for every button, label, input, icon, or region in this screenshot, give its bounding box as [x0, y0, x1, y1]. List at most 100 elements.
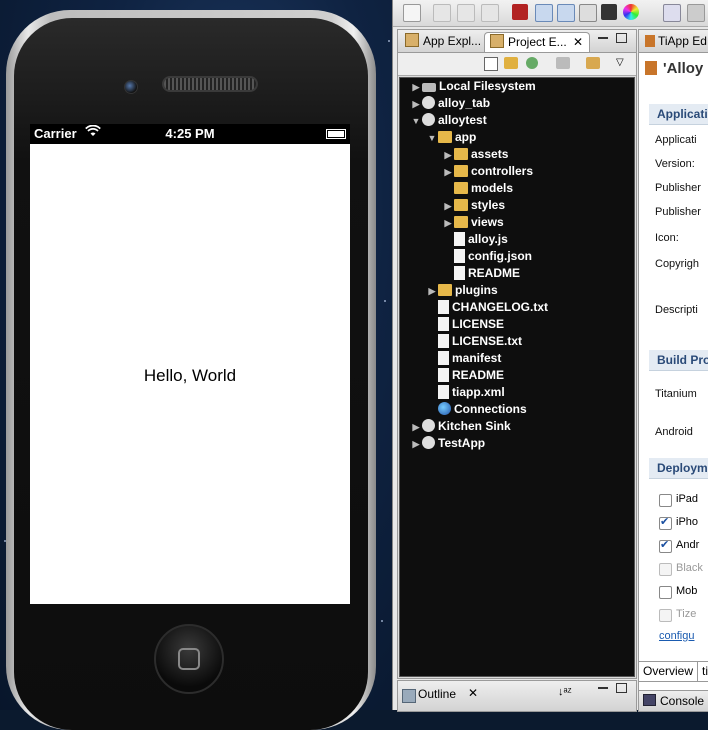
tree-item-label: README [452, 368, 505, 382]
field-label: Copyrigh [655, 258, 700, 270]
tree-item-label: README [468, 266, 521, 280]
collapsed-arrow-icon[interactable]: ▶ [442, 164, 454, 181]
tree-item[interactable]: ▶ controllers [442, 163, 533, 180]
console-icon[interactable] [601, 4, 617, 20]
tab-label: Project E... [508, 35, 567, 49]
tree-item[interactable]: ▶ TestApp [410, 435, 485, 452]
tree-item-label: models [471, 181, 514, 195]
tree-item-label: TestApp [438, 436, 486, 450]
collapsed-arrow-icon[interactable]: ▶ [410, 419, 422, 436]
tree-item[interactable]: ▶ Kitchen Sink [410, 418, 511, 435]
expanded-arrow-icon[interactable]: ▼ [426, 130, 438, 147]
maximize-icon[interactable] [616, 33, 627, 43]
tree-item[interactable]: Connections [426, 401, 527, 418]
speaker-grille [162, 76, 258, 92]
tree-item[interactable]: ▶ styles [442, 197, 506, 215]
tree-item-label: manifest [452, 351, 502, 365]
outline-tab-label[interactable]: Outline [418, 687, 456, 701]
new-icon[interactable] [403, 4, 421, 22]
package-icon[interactable] [586, 57, 600, 69]
ios-status-bar: Carrier 4:25 PM [30, 124, 350, 144]
collapsed-arrow-icon[interactable]: ▶ [410, 96, 422, 113]
collapsed-arrow-icon[interactable]: ▶ [442, 215, 454, 232]
tree-item[interactable]: ▼ app [426, 129, 477, 147]
deployment-target-checkbox[interactable] [659, 538, 672, 553]
maximize-icon[interactable] [616, 683, 627, 693]
tiapp-editor: TiApp Ed 'Alloy Applicatio Applicati Vers… [638, 29, 708, 712]
collapsed-arrow-icon[interactable]: ▶ [410, 79, 422, 96]
tab-overview[interactable]: Overview [638, 661, 699, 682]
section-deployment[interactable]: Deployme [649, 458, 708, 479]
tree-item-label: plugins [455, 283, 498, 297]
tree-item-label: LICENSE.txt [452, 334, 523, 348]
collapse-all-icon[interactable] [484, 57, 498, 71]
link-editor-icon[interactable] [504, 57, 518, 69]
view-menu-icon[interactable]: ▽ [616, 57, 624, 68]
minimize-icon[interactable] [598, 687, 608, 689]
image-icon[interactable] [579, 4, 597, 22]
collapsed-arrow-icon[interactable]: ▶ [442, 198, 454, 215]
close-icon[interactable]: ✕ [468, 686, 478, 700]
configure-link[interactable]: configu [659, 630, 694, 642]
file-icon [438, 351, 449, 365]
color-picker-icon[interactable] [623, 4, 639, 20]
tree-item[interactable]: README [426, 367, 504, 384]
tab-tiapp-editor[interactable]: TiApp Ed [639, 30, 708, 53]
section-application[interactable]: Applicatio [649, 104, 708, 125]
tree-item[interactable]: models [442, 180, 513, 197]
collapsed-arrow-icon[interactable]: ▶ [442, 147, 454, 164]
hierarchy-icon[interactable] [557, 4, 575, 22]
tab-app-explorer[interactable]: App Expl... [400, 32, 482, 51]
sort-icon[interactable]: ↓ᵃᶻ [558, 686, 572, 698]
tree-item[interactable]: manifest [426, 350, 501, 367]
hello-world-label: Hello, World [143, 366, 237, 385]
tree-item-label: alloy.js [468, 232, 508, 246]
collapsed-arrow-icon[interactable]: ▶ [410, 436, 422, 453]
tree-item[interactable]: ▶ assets [442, 146, 509, 164]
deployment-target-checkbox[interactable] [659, 494, 672, 507]
save-icon[interactable] [433, 4, 451, 22]
tree-item[interactable]: ▼ alloytest [410, 112, 487, 129]
save-all-icon[interactable] [457, 4, 475, 22]
tree-item[interactable]: ▶ plugins [426, 282, 498, 299]
tree-item[interactable]: CHANGELOG.txt [426, 299, 548, 316]
search-icon[interactable] [687, 4, 705, 22]
editor-title: 'Alloy [645, 60, 703, 77]
minimize-icon[interactable] [598, 37, 608, 39]
print-icon[interactable] [481, 4, 499, 22]
field-label-android: Android [655, 426, 693, 438]
console-view-tab[interactable]: Console [638, 690, 708, 712]
tab-tiapp-xml[interactable]: ti [697, 661, 708, 682]
perspective-icon[interactable] [663, 4, 681, 22]
tree-item[interactable]: config.json [442, 248, 532, 265]
deployment-target-checkbox[interactable] [659, 515, 672, 530]
tab-project-explorer[interactable]: Project E... ✕ [484, 32, 590, 52]
deploy-icon[interactable] [556, 57, 570, 69]
tree-item[interactable]: ▶ views [442, 214, 504, 231]
close-icon[interactable]: ✕ [573, 33, 583, 52]
run-icon[interactable] [526, 57, 538, 69]
section-build-properties[interactable]: Build Pro [649, 350, 708, 371]
console-icon [643, 694, 656, 706]
tree-item[interactable]: ▶ alloy_tab [410, 95, 490, 112]
tree-item[interactable]: ▶ Local Filesystem [410, 78, 536, 95]
deployment-target-checkbox[interactable] [659, 586, 672, 599]
home-button[interactable] [154, 624, 224, 694]
field-label-titanium: Titanium [655, 388, 697, 400]
tree-item[interactable]: tiapp.xml [426, 384, 505, 401]
deployment-target-label: iPho [676, 516, 699, 528]
simulator-screen[interactable]: Hello, World [30, 144, 350, 604]
tree-item[interactable]: alloy.js [442, 231, 508, 248]
terminal-icon[interactable] [512, 4, 528, 20]
filesystem-icon [422, 83, 436, 92]
tree-item[interactable]: LICENSE [426, 316, 504, 333]
tree-item[interactable]: README [442, 265, 520, 282]
camera-icon [124, 80, 138, 94]
tree-view-icon[interactable] [535, 4, 553, 22]
view-tabs: App Expl... Project E... ✕ [398, 30, 636, 53]
collapsed-arrow-icon[interactable]: ▶ [426, 283, 438, 300]
expanded-arrow-icon[interactable]: ▼ [410, 113, 422, 130]
tree-item[interactable]: LICENSE.txt [426, 333, 522, 350]
deployment-target-checkbox [659, 609, 672, 622]
file-icon [454, 232, 465, 246]
